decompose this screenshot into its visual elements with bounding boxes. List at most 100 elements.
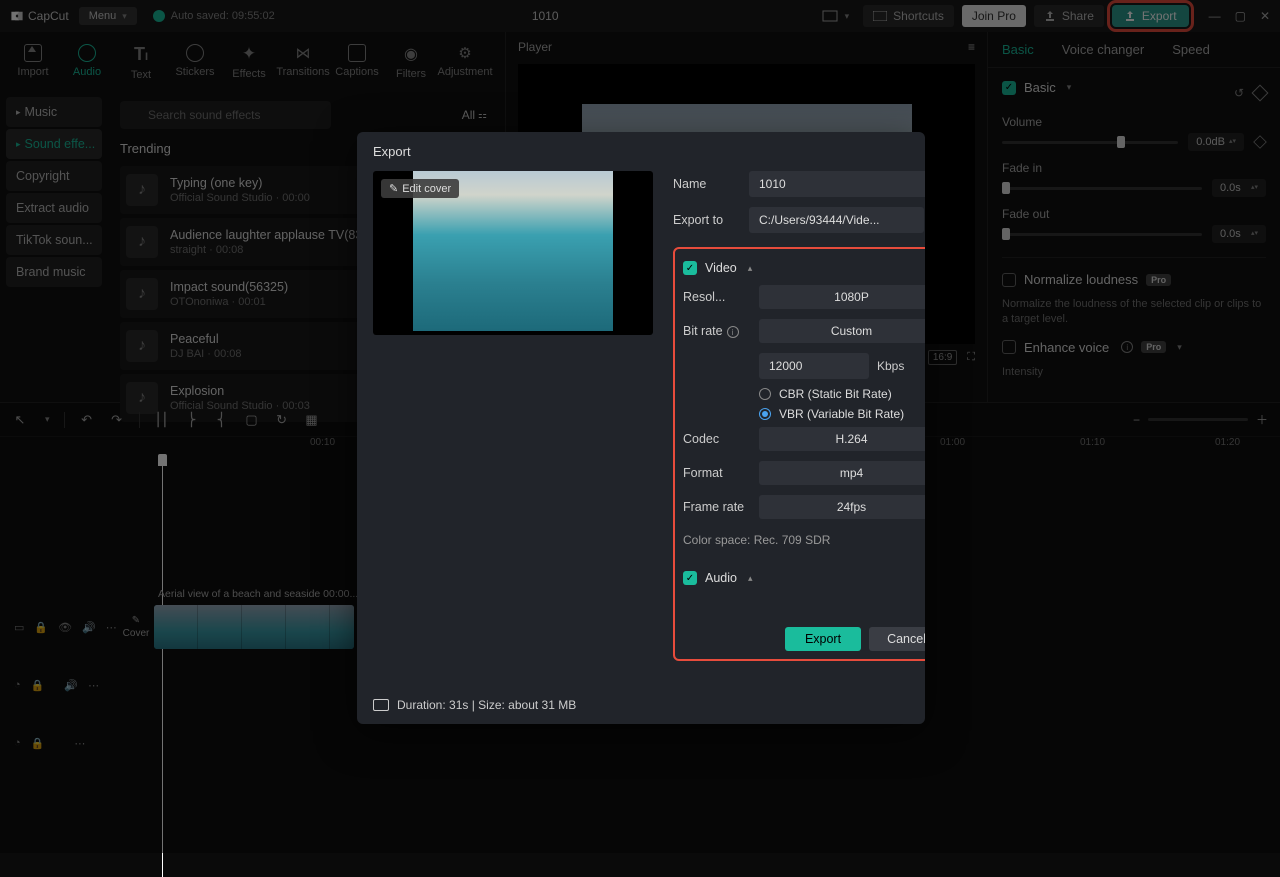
sidebar-item-copyright[interactable]: Copyright: [6, 161, 102, 191]
close-button[interactable]: ✕: [1260, 9, 1270, 23]
tab-transitions[interactable]: ⋈Transitions: [276, 38, 330, 87]
volume-value[interactable]: 0.0dB▴▾: [1188, 133, 1244, 151]
zoom-slider[interactable]: [1148, 418, 1248, 421]
track-icon[interactable]: ◔: [14, 737, 21, 749]
filter-all-button[interactable]: All⚏: [456, 104, 493, 126]
tab-captions[interactable]: Captions: [330, 38, 384, 87]
track-icon[interactable]: ◔: [14, 679, 21, 691]
enhance-voice-section[interactable]: Enhance voiceiPro▾: [1002, 340, 1266, 355]
fadeout-value[interactable]: 0.0s▴▾: [1212, 225, 1266, 243]
menu-button[interactable]: Menu▾: [79, 7, 137, 25]
volume-slider[interactable]: [1002, 141, 1178, 144]
lock-icon[interactable]: 🔒: [34, 621, 48, 634]
volume-icon[interactable]: 🔊: [82, 621, 96, 634]
pointer-tool[interactable]: ↖: [12, 412, 28, 428]
ripple-tool[interactable]: ↻: [274, 412, 290, 428]
split-tool[interactable]: ⎮⎮: [154, 412, 170, 428]
vbr-radio-row[interactable]: VBR (Variable Bit Rate): [683, 407, 925, 421]
redo-button[interactable]: ↷: [109, 412, 125, 428]
checkbox-empty[interactable]: [1002, 340, 1016, 354]
playhead[interactable]: [162, 457, 163, 877]
info-icon[interactable]: i: [727, 326, 739, 338]
edit-cover-button[interactable]: ✎Edit cover: [381, 179, 459, 198]
tab-basic[interactable]: Basic: [988, 32, 1048, 67]
stickers-icon: [186, 44, 204, 62]
shortcuts-button[interactable]: Shortcuts: [863, 5, 954, 27]
tab-filters[interactable]: ◉Filters: [384, 38, 438, 87]
tab-audio[interactable]: Audio: [60, 38, 114, 87]
more-icon[interactable]: ⋯: [106, 621, 117, 634]
aspect-ratio-label[interactable]: 16:9: [928, 350, 957, 365]
aspect-button[interactable]: ▾: [816, 6, 856, 26]
export-button-top[interactable]: Export: [1112, 5, 1189, 27]
sidebar-item-tiktok-sounds[interactable]: TikTok soun...: [6, 225, 102, 255]
minimize-button[interactable]: —: [1209, 9, 1221, 23]
tab-import[interactable]: Import: [6, 38, 60, 87]
crop-tool[interactable]: ▢: [244, 412, 260, 428]
tab-speed[interactable]: Speed: [1158, 32, 1224, 67]
framerate-select[interactable]: 24fps: [759, 495, 925, 519]
cover-button[interactable]: ✎Cover: [118, 615, 154, 639]
video-section-header[interactable]: ✓ Video▴: [683, 261, 925, 275]
music-note-icon: ♪: [126, 226, 158, 258]
capcut-logo-icon: [10, 9, 24, 23]
name-input[interactable]: [749, 171, 925, 197]
more-icon[interactable]: ⋯: [88, 679, 99, 692]
keyframe-icon[interactable]: [1253, 135, 1267, 149]
player-menu-icon[interactable]: ≡: [968, 40, 975, 54]
sidebar-item-extract-audio[interactable]: Extract audio: [6, 193, 102, 223]
share-button[interactable]: Share: [1034, 5, 1104, 27]
visibility-icon[interactable]: ▭: [14, 621, 24, 634]
audio-section-header[interactable]: ✓ Audio▴: [683, 571, 925, 585]
tab-text[interactable]: TIText: [114, 38, 168, 87]
cancel-button[interactable]: Cancel: [869, 627, 925, 651]
keyframe-icon[interactable]: [1252, 84, 1269, 101]
sidebar-item-sound-effects[interactable]: ▸Sound effe...: [6, 129, 102, 159]
basic-section-header[interactable]: ✓ Basic▾: [1002, 80, 1071, 95]
cbr-radio-row[interactable]: CBR (Static Bit Rate): [683, 387, 925, 401]
project-title: 1010: [285, 9, 806, 23]
normalize-section[interactable]: Normalize loudnessPro: [1002, 272, 1266, 287]
fadein-value[interactable]: 0.0s▴▾: [1212, 179, 1266, 197]
lock-icon[interactable]: 🔒: [31, 737, 45, 750]
tab-stickers[interactable]: Stickers: [168, 38, 222, 87]
codec-select[interactable]: H.264: [759, 427, 925, 451]
eye-icon[interactable]: 👁: [58, 621, 72, 634]
volume-icon[interactable]: 🔊: [64, 679, 78, 692]
fadeout-slider[interactable]: [1002, 233, 1202, 236]
undo-button[interactable]: ↶: [79, 412, 95, 428]
sidebar-item-brand-music[interactable]: Brand music: [6, 257, 102, 287]
export-settings-highlight: ✓ Video▴ Resol...1080P Bit rateiCustom K…: [673, 247, 925, 661]
exportto-input[interactable]: [749, 207, 924, 233]
fadein-slider[interactable]: [1002, 187, 1202, 190]
join-pro-button[interactable]: Join Pro: [962, 5, 1026, 27]
tab-voice-changer[interactable]: Voice changer: [1048, 32, 1158, 67]
pencil-icon: ✎: [389, 182, 398, 195]
search-input[interactable]: [120, 101, 331, 129]
group-tool[interactable]: ▦: [304, 412, 320, 428]
format-select[interactable]: mp4: [759, 461, 925, 485]
confirm-export-button[interactable]: Export: [785, 627, 861, 651]
trim-right-tool[interactable]: ⎨: [214, 412, 230, 428]
maximize-button[interactable]: ▢: [1235, 9, 1246, 23]
lock-icon[interactable]: 🔒: [31, 679, 45, 692]
fullscreen-icon[interactable]: ⛶: [967, 351, 975, 364]
tab-effects[interactable]: ✦Effects: [222, 38, 276, 87]
checkbox-empty[interactable]: [1002, 273, 1016, 287]
intensity-label: Intensity: [1002, 365, 1266, 380]
reset-icon[interactable]: ↺: [1234, 86, 1244, 100]
trim-left-tool[interactable]: ⎬: [184, 412, 200, 428]
info-icon[interactable]: i: [1121, 341, 1133, 353]
resolution-select[interactable]: 1080P: [759, 285, 925, 309]
more-icon[interactable]: ⋯: [74, 737, 85, 750]
autosave-indicator: Auto saved: 09:55:02: [153, 10, 275, 22]
zoom-out-button[interactable]: −: [1133, 413, 1140, 427]
tab-adjustment[interactable]: ⚙Adjustment: [438, 38, 492, 87]
bitrate-value-input[interactable]: [759, 353, 869, 379]
edit-icon: ✎: [132, 615, 140, 626]
video-clip[interactable]: [154, 605, 354, 649]
sidebar-item-music[interactable]: ▸Music: [6, 97, 102, 127]
zoom-in-button[interactable]: ＋: [1256, 411, 1268, 428]
video-track-head: ▭ 🔒 👁 🔊 ⋯: [0, 621, 118, 634]
bitrate-select[interactable]: Custom: [759, 319, 925, 343]
